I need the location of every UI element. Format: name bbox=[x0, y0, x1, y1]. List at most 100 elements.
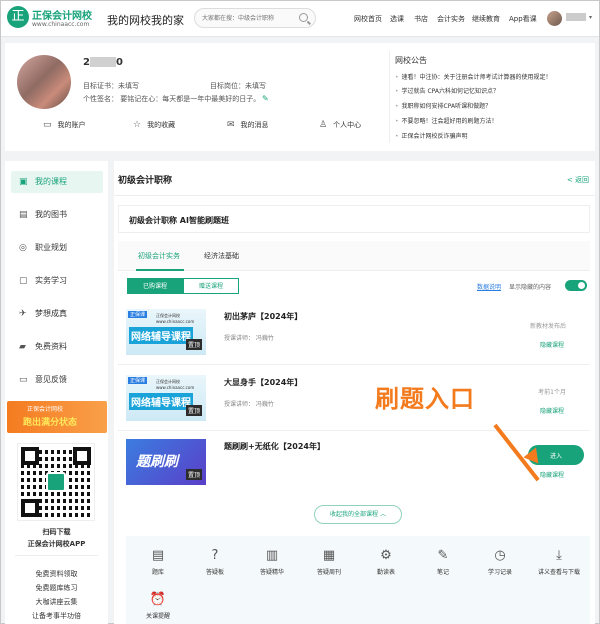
folder-icon: ▰ bbox=[19, 342, 26, 352]
logo-name[interactable]: 正保会计网校 bbox=[32, 7, 92, 22]
search-input[interactable] bbox=[202, 12, 296, 24]
announce-item[interactable]: 不要忽略！注会超好用的刷题方法！ bbox=[395, 116, 498, 125]
app-logo-icon bbox=[46, 472, 66, 492]
profile-panel: 20 目标证书：未填写 目标岗位：未填写 个性签名： 要铭记在心：每天都是一年中… bbox=[5, 43, 595, 151]
course-thumbnail[interactable]: 题刷刷 置顶 bbox=[126, 439, 206, 485]
weekly-icon: ▦ bbox=[322, 548, 336, 563]
nav-continuing-education[interactable]: 继续教育 bbox=[472, 14, 500, 24]
promo-banner[interactable]: 正保会计网校 跑出满分状态 bbox=[7, 401, 107, 433]
pencil-icon: ✎ bbox=[437, 548, 449, 563]
sidebar-item-my-books[interactable]: ▤ 我的图书 bbox=[11, 204, 103, 226]
tool-qa-highlights[interactable]: ▥ 答疑精华 bbox=[244, 548, 300, 576]
announce-item[interactable]: 我职称如何安排CPA听课和做题？ bbox=[395, 101, 492, 110]
collapse-courses-button[interactable]: 收起我的全部课程 ︿ bbox=[314, 505, 402, 524]
tool-question-bank[interactable]: ▤ 题库 bbox=[130, 548, 186, 576]
announce-title: 网校公告 bbox=[395, 56, 427, 65]
side-link[interactable]: 大咖讲座云集 bbox=[5, 597, 108, 607]
course-status: 考前1个月 bbox=[538, 389, 566, 396]
show-hidden-toggle[interactable] bbox=[565, 280, 587, 291]
top-bar: 正 正保会计网校 www.chinaacc.com 我的网校我的家 网校首页 选… bbox=[1, 1, 599, 37]
course-thumbnail[interactable]: 正保课 正保会计网校 www.chinaacc.com 网络辅导课程 置顶 bbox=[126, 375, 206, 421]
pin-badge: 置顶 bbox=[185, 339, 202, 350]
course-teacher: 授课讲师： 冯巍竹 bbox=[224, 335, 274, 342]
course-title[interactable]: 题刷刷+无纸化【2024年】 bbox=[224, 441, 325, 452]
monitor-icon: ▢ bbox=[19, 276, 28, 286]
search-box bbox=[194, 8, 316, 28]
star-icon: ☆ bbox=[133, 120, 142, 130]
qr-code bbox=[17, 443, 95, 521]
site-title: 我的网校我的家 bbox=[107, 14, 184, 27]
sidebar-item-my-courses[interactable]: ▣ 我的课程 bbox=[11, 171, 103, 193]
nav-accounting-practice[interactable]: 会计实务 bbox=[437, 14, 465, 24]
course-row: 正保课 正保会计网校 www.chinaacc.com 网络辅导课程 置顶 大显… bbox=[118, 367, 590, 431]
ai-class-card[interactable]: 初级会计职称 AI智能刷题班 bbox=[118, 205, 590, 233]
main-content: 初级会计职称 < 返回 初级会计职称 AI智能刷题班 初级会计实务 经济法基础 … bbox=[114, 161, 595, 624]
practice-entry-annotation: 刷题入口 bbox=[375, 385, 475, 413]
user-icon: ♙ bbox=[319, 120, 328, 130]
chevron-down-icon[interactable]: ▾ bbox=[589, 14, 592, 21]
logo-icon[interactable]: 正 bbox=[7, 6, 29, 28]
hide-course-link[interactable]: 隐藏课程 bbox=[540, 406, 564, 415]
question-icon: ? bbox=[211, 548, 219, 563]
mail-icon: ✉ bbox=[227, 120, 235, 130]
back-link[interactable]: < 返回 bbox=[567, 175, 589, 185]
course-title[interactable]: 大显身手【2024年】 bbox=[224, 377, 302, 388]
signature: 个性签名： 要铭记在心：每天都是一年中最美好的日子。 bbox=[83, 95, 261, 103]
side-link[interactable]: 让备考事半功倍 bbox=[5, 611, 108, 621]
sidebar-item-dream[interactable]: ✈ 梦想成真 bbox=[11, 303, 103, 325]
course-title[interactable]: 初出茅庐【2024年】 bbox=[224, 311, 302, 322]
sidebar-item-feedback[interactable]: ▭ 意见反馈 bbox=[11, 369, 103, 391]
tool-qa-board[interactable]: ? 答疑板 bbox=[187, 548, 243, 576]
sidebar-item-career[interactable]: ◎ 职业规划 bbox=[11, 237, 103, 259]
tool-study-record[interactable]: ◷ 学习记录 bbox=[472, 548, 528, 576]
link-my-favorites[interactable]: ☆ 我的收藏 bbox=[133, 120, 175, 130]
nav-app-course[interactable]: App看课 bbox=[509, 14, 537, 24]
target-post: 目标岗位：未填写 bbox=[210, 82, 266, 90]
link-my-account[interactable]: ▭ 我的账户 bbox=[43, 120, 86, 130]
course-row: 题刷刷 置顶 题刷刷+无纸化【2024年】 进入 隐藏课程 bbox=[118, 433, 590, 491]
divider bbox=[114, 195, 595, 196]
nav-select-course[interactable]: 选课 bbox=[390, 14, 404, 24]
link-personal-center[interactable]: ♙ 个人中心 bbox=[319, 120, 361, 130]
announce-item[interactable]: 速看！中注协：关于注册会计师考试计算器的使用规定！ bbox=[395, 72, 552, 81]
announce-item[interactable]: 学过就告 CPA六科如何记忆知识点？ bbox=[395, 86, 499, 95]
tool-close-reminder[interactable]: ⏰ 关课提醒 bbox=[130, 592, 186, 620]
user-avatar[interactable] bbox=[547, 11, 562, 26]
tool-handout-download[interactable]: ⤓ 讲义查看与下载 bbox=[531, 548, 587, 576]
nav-bookstore[interactable]: 书店 bbox=[414, 14, 428, 24]
data-note-link[interactable]: 数据说明 bbox=[477, 282, 501, 291]
course-thumbnail[interactable]: 正保课 正保会计网校 www.chinaacc.com 网络辅导课程 置顶 bbox=[126, 309, 206, 355]
course-teacher: 授课讲师： 冯巍竹 bbox=[224, 401, 274, 408]
nav-home[interactable]: 网校首页 bbox=[354, 14, 382, 24]
link-my-messages[interactable]: ✉ 我的消息 bbox=[227, 120, 269, 130]
tab-economic-law[interactable]: 经济法基础 bbox=[204, 251, 239, 261]
pin-badge: 置顶 bbox=[185, 405, 202, 416]
divider bbox=[389, 51, 390, 143]
tool-study-schedule[interactable]: ⚙ 勤读表 bbox=[358, 548, 414, 576]
tool-qa-weekly[interactable]: ▦ 答疑周刊 bbox=[301, 548, 357, 576]
sidebar-item-practice[interactable]: ▢ 实务学习 bbox=[11, 270, 103, 292]
announce-item[interactable]: 正保会计网校反诈骗声明 bbox=[395, 131, 468, 140]
clock-icon: ◷ bbox=[494, 548, 506, 563]
tool-notes[interactable]: ✎ 笔记 bbox=[415, 548, 471, 576]
pin-badge: 置顶 bbox=[185, 469, 202, 480]
hide-course-link[interactable]: 隐藏课程 bbox=[540, 470, 564, 479]
book-icon: ▤ bbox=[19, 210, 28, 220]
pill-gifted[interactable]: 赠送课程 bbox=[183, 278, 239, 294]
scan-subtitle: 正保会计网校APP bbox=[27, 540, 86, 548]
feedback-icon: ▭ bbox=[19, 375, 28, 385]
account-icon: ▭ bbox=[43, 120, 52, 130]
edit-icon[interactable]: ✎ bbox=[262, 94, 269, 103]
hide-course-link[interactable]: 隐藏课程 bbox=[540, 340, 564, 349]
tab-accounting-practice[interactable]: 初级会计实务 bbox=[138, 251, 180, 261]
profile-avatar[interactable] bbox=[17, 55, 71, 109]
side-link[interactable]: 免费资料领取 bbox=[5, 569, 108, 579]
username-redacted[interactable] bbox=[566, 13, 586, 21]
pill-purchased[interactable]: 已购课程 bbox=[127, 278, 183, 294]
search-icon[interactable] bbox=[299, 13, 308, 22]
side-link[interactable]: 免费题库练习 bbox=[5, 583, 108, 593]
show-hidden-label: 显示隐藏的内容 bbox=[509, 284, 552, 291]
sidebar-item-free-materials[interactable]: ▰ 免费资料 bbox=[11, 336, 103, 358]
tools-panel: ▤ 题库 ? 答疑板 ▥ 答疑精华 ▦ 答疑周刊 ⚙ 勤读表 ✎ 笔记 ◷ 学习记录 ⤓ 讲义查… bbox=[126, 536, 590, 624]
highlights-icon: ▥ bbox=[265, 548, 279, 563]
